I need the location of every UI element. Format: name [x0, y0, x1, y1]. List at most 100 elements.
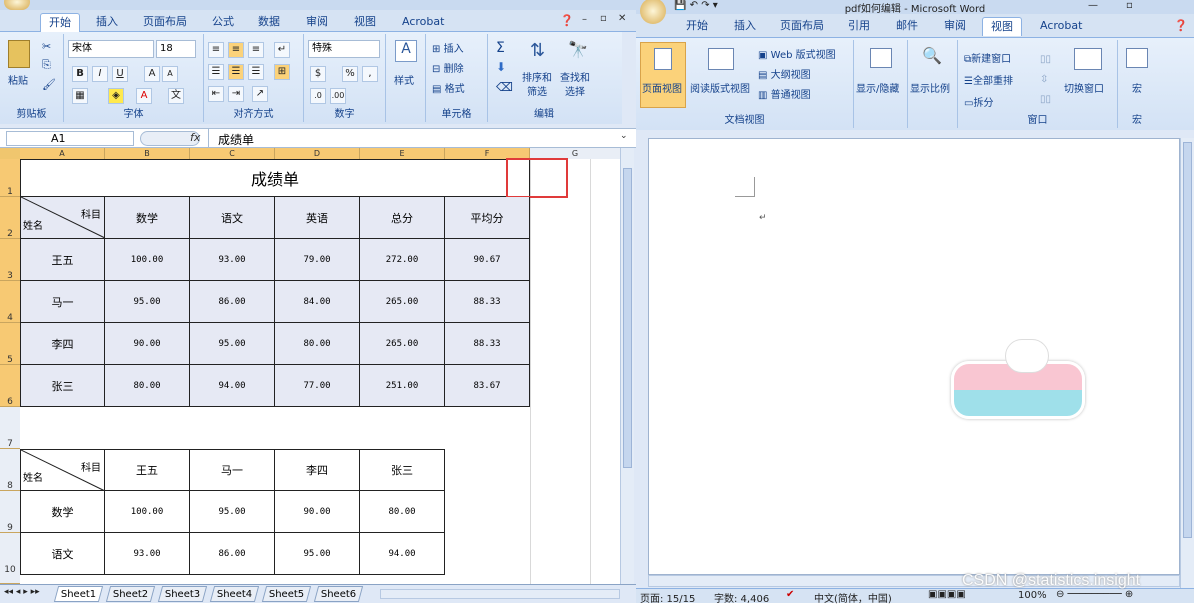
score-cell[interactable]: 80.00	[360, 491, 445, 533]
side-by-side-icons[interactable]: ▯▯ ⇳ ▯▯	[1040, 50, 1051, 110]
format-cells-button[interactable]: ▤ 格式	[432, 80, 465, 95]
font-color-button[interactable]: A	[136, 88, 152, 104]
orientation-icon[interactable]: ↗	[252, 86, 268, 102]
score-cell[interactable]: 93.00	[105, 533, 190, 575]
page-view-button[interactable]: 页面视图	[642, 80, 682, 95]
percent-button[interactable]: %	[342, 66, 358, 82]
zoom-slider[interactable]: ⊖ ───────── ⊕	[1056, 589, 1133, 600]
score-cell[interactable]: 95.00	[190, 323, 275, 365]
italic-button[interactable]: I	[92, 66, 108, 82]
tab-acrobat[interactable]: Acrobat	[394, 13, 452, 32]
worksheet-grid[interactable]: 成绩单 科目 姓名 科目 姓名 数学 语文 英语 总分 平均分 王五 100.00 93.00…	[20, 158, 620, 584]
word-tab-review[interactable]: 审阅	[936, 17, 974, 36]
status-zoom[interactable]: 100%	[1018, 590, 1047, 601]
score-cell[interactable]: 100.00	[105, 239, 190, 281]
score-cell[interactable]: 83.67	[445, 365, 530, 407]
sheet-tab-1[interactable]: Sheet1	[53, 586, 104, 602]
show-hide-button[interactable]: 显示/隐藏	[856, 80, 899, 95]
row-header-9[interactable]: 9	[0, 491, 20, 533]
table2-header-cell[interactable]: 马一	[190, 449, 275, 491]
split-button[interactable]: ▭拆分	[964, 94, 993, 109]
student-name-cell[interactable]: 李四	[20, 323, 105, 365]
decrease-decimal-icon[interactable]: .00	[330, 88, 346, 104]
score-cell[interactable]: 95.00	[105, 281, 190, 323]
restore-icon[interactable]: ▫	[600, 13, 607, 24]
word-tab-acrobat[interactable]: Acrobat	[1032, 17, 1090, 36]
row-header-2[interactable]: 2	[0, 197, 20, 239]
tab-page-layout[interactable]: 页面布局	[135, 13, 195, 32]
sort-filter-button[interactable]: 排序和 筛选	[522, 72, 552, 100]
styles-button[interactable]: 样式	[394, 72, 414, 87]
clear-icon[interactable]: ⌫	[496, 80, 513, 94]
subject-name-cell[interactable]: 语文	[20, 533, 105, 575]
format-painter-icon[interactable]: 🖌	[42, 78, 56, 91]
row-header-5[interactable]: 5	[0, 323, 20, 365]
draft-view-button[interactable]: ▥ 普通视图	[758, 86, 811, 101]
shrink-font-button[interactable]: A	[162, 66, 178, 82]
col-header-a[interactable]: A	[20, 148, 105, 159]
cut-icon[interactable]: ✂	[42, 40, 51, 53]
copy-icon[interactable]: ⎘	[42, 58, 51, 72]
table-header-cell[interactable]: 总分	[360, 197, 445, 239]
student-name-cell[interactable]: 马一	[20, 281, 105, 323]
merge-center-icon[interactable]: ⊞	[274, 64, 290, 80]
score-cell[interactable]: 265.00	[360, 323, 445, 365]
quick-access-icons[interactable]: 💾 ↶ ↷ ▾	[674, 0, 718, 11]
row-header-10[interactable]: 10	[0, 533, 20, 584]
tab-formulas[interactable]: 公式	[204, 13, 242, 32]
autosum-icon[interactable]: Σ	[496, 40, 505, 56]
student-name-cell[interactable]: 王五	[20, 239, 105, 281]
fill-icon[interactable]: ⬇	[496, 60, 506, 74]
title-cell[interactable]: 成绩单	[20, 159, 530, 197]
new-window-button[interactable]: ⧉新建窗口	[964, 50, 1011, 65]
score-cell[interactable]: 251.00	[360, 365, 445, 407]
score-cell[interactable]: 95.00	[275, 533, 360, 575]
outline-view-button[interactable]: ▤ 大纲视图	[758, 66, 811, 81]
document-page[interactable]: ↵	[648, 138, 1180, 575]
score-cell[interactable]: 86.00	[190, 533, 275, 575]
score-cell[interactable]: 94.00	[190, 365, 275, 407]
score-cell[interactable]: 79.00	[275, 239, 360, 281]
scroll-thumb[interactable]	[623, 168, 632, 468]
table2-header-cell[interactable]: 王五	[105, 449, 190, 491]
sheet-tab-5[interactable]: Sheet5	[261, 586, 312, 602]
tab-view[interactable]: 视图	[346, 13, 384, 32]
excel-horizontal-scrollbar[interactable]	[380, 589, 620, 599]
score-cell[interactable]: 80.00	[275, 323, 360, 365]
comma-button[interactable]: ,	[362, 66, 378, 82]
word-tab-insert[interactable]: 插入	[726, 17, 764, 36]
tab-review[interactable]: 审阅	[298, 13, 336, 32]
row-header-1[interactable]: 1	[0, 159, 20, 197]
word-vertical-scrollbar[interactable]	[1180, 138, 1194, 588]
number-format-combo[interactable]: 特殊	[308, 40, 380, 58]
score-cell[interactable]: 77.00	[275, 365, 360, 407]
word-tab-references[interactable]: 引用	[840, 17, 878, 36]
score-cell[interactable]: 90.00	[275, 491, 360, 533]
sheet-tab-2[interactable]: Sheet2	[105, 586, 156, 602]
decrease-indent-icon[interactable]: ⇤	[208, 86, 224, 102]
align-center-icon[interactable]: ☰	[228, 64, 244, 80]
web-view-button[interactable]: ▣ Web 版式视图	[758, 46, 836, 61]
excel-vertical-scrollbar[interactable]	[620, 148, 634, 584]
wrap-text-icon[interactable]: ↵	[274, 42, 290, 58]
diagonal-header-cell-2[interactable]: 科目 姓名	[20, 449, 106, 492]
score-cell[interactable]: 100.00	[105, 491, 190, 533]
col-header-c[interactable]: C	[190, 148, 275, 159]
help-icon[interactable]: ❓	[560, 14, 574, 27]
expand-formula-icon[interactable]: ⌄	[620, 131, 628, 141]
increase-decimal-icon[interactable]: .0	[310, 88, 326, 104]
score-cell[interactable]: 84.00	[275, 281, 360, 323]
insert-cells-button[interactable]: ⊞ 插入	[432, 40, 464, 55]
word-tab-page-layout[interactable]: 页面布局	[772, 17, 832, 36]
tab-insert[interactable]: 插入	[88, 13, 126, 32]
score-cell[interactable]: 94.00	[360, 533, 445, 575]
score-cell[interactable]: 265.00	[360, 281, 445, 323]
view-buttons-icon[interactable]: ▣▣▣▣	[928, 589, 966, 600]
reading-view-button[interactable]: 阅读版式视图	[690, 80, 750, 95]
grow-font-button[interactable]: A	[144, 66, 160, 82]
close-icon[interactable]: ✕	[618, 13, 626, 24]
align-bottom-icon[interactable]: ≡	[248, 42, 264, 58]
word-tab-view[interactable]: 视图	[982, 17, 1022, 36]
fill-color-button[interactable]: ◈	[108, 88, 124, 104]
row-header-8[interactable]: 8	[0, 449, 20, 491]
